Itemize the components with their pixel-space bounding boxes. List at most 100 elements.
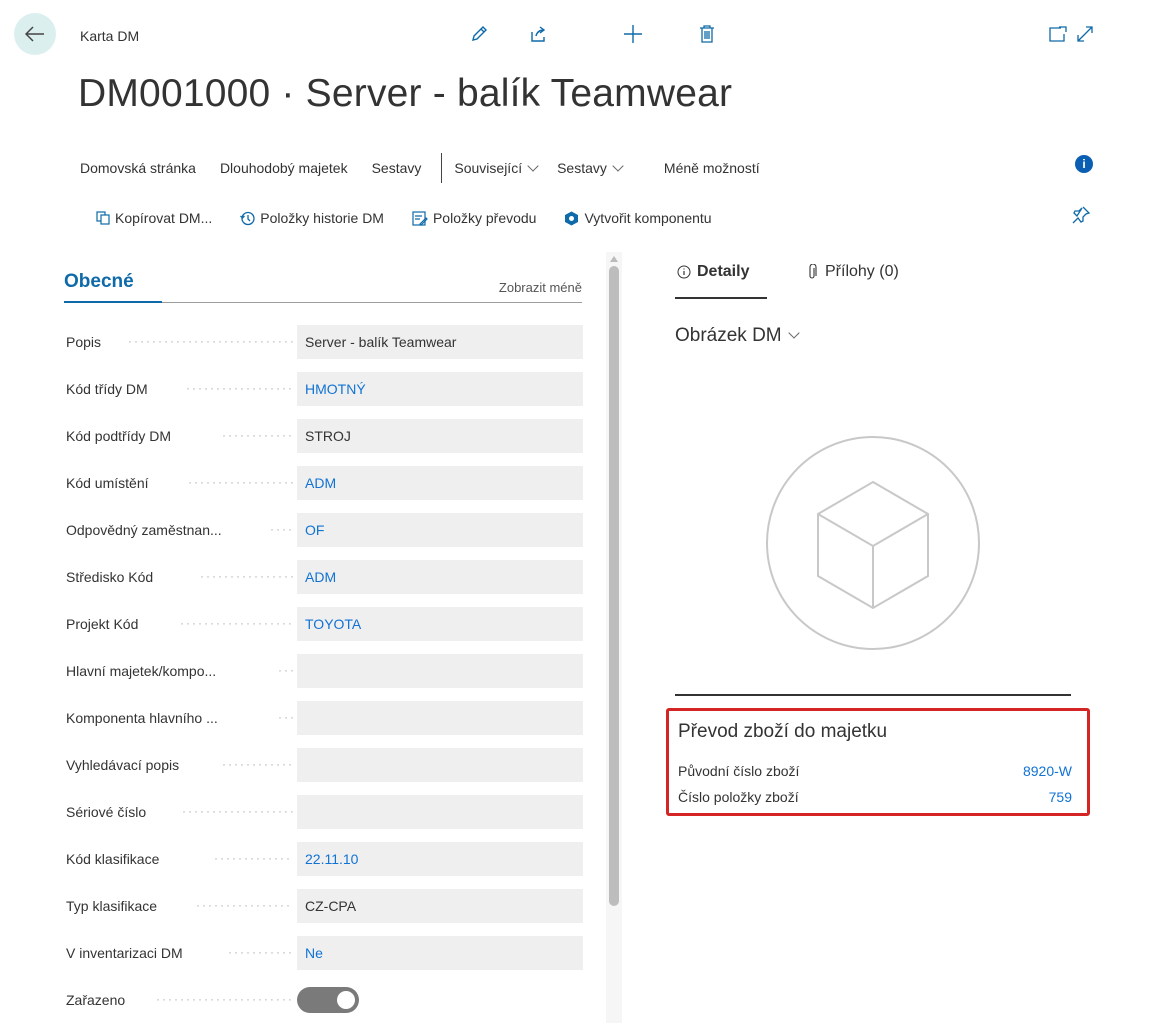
- field-label: Projekt Kód: [66, 616, 139, 632]
- field-leader: ··································: [128, 334, 293, 348]
- back-button[interactable]: [14, 13, 56, 55]
- field-leader: ··································: [270, 522, 293, 536]
- field-leader: ··································: [214, 851, 293, 865]
- responsible-employee-input[interactable]: OF: [297, 513, 583, 547]
- component-icon: [565, 211, 579, 225]
- active-tab-indicator: [675, 297, 767, 299]
- transfer-entries-icon: [412, 210, 428, 226]
- field-fa-class: Kód třídy DM ···························…: [64, 372, 584, 406]
- fa-history-button[interactable]: Položky historie DM: [240, 210, 384, 226]
- scroll-up-icon[interactable]: [610, 256, 618, 262]
- open-new-window-icon[interactable]: [1046, 22, 1070, 46]
- picture-section-header[interactable]: Obrázek DM: [675, 325, 800, 347]
- page-kind-label: Karta DM: [80, 28, 140, 44]
- field-leader: ··································: [200, 569, 293, 583]
- field-classification-type: Typ klasifikace ························…: [64, 889, 584, 923]
- field-main-asset: Hlavní majetek/kompo... ················…: [64, 654, 584, 688]
- field-cost-center: Středisko Kód ··························…: [64, 560, 584, 594]
- menu-related[interactable]: Související: [454, 159, 539, 176]
- show-less-link[interactable]: Zobrazit méně: [499, 280, 582, 295]
- field-leader: ··································: [278, 710, 293, 724]
- menu-related-label: Související: [454, 160, 523, 176]
- fa-history-label: Položky historie DM: [260, 210, 384, 226]
- project-input[interactable]: TOYOTA: [297, 607, 583, 641]
- menu-less-options[interactable]: Méně možností: [664, 160, 760, 176]
- acquired-toggle[interactable]: [297, 987, 359, 1013]
- menu-reports[interactable]: Sestavy: [372, 160, 422, 176]
- field-leader: ··································: [186, 381, 293, 395]
- tab-details-label: Detaily: [697, 263, 750, 280]
- pin-icon[interactable]: [1072, 206, 1091, 229]
- vertical-scrollbar[interactable]: [606, 252, 622, 1023]
- field-label: Sériové číslo: [66, 804, 147, 820]
- chevron-down-icon: [527, 159, 539, 172]
- field-label: Kód klasifikace: [66, 851, 160, 867]
- field-location: Kód umístění ···························…: [64, 466, 584, 500]
- tab-details[interactable]: Detaily: [677, 263, 749, 281]
- copy-fa-label: Kopírovat DM...: [115, 210, 213, 226]
- add-icon[interactable]: [621, 22, 645, 46]
- create-component-button[interactable]: Vytvořit komponentu: [564, 210, 712, 226]
- general-section-title[interactable]: Obecné: [64, 271, 162, 303]
- transfer-entry-value[interactable]: 759: [1049, 789, 1072, 805]
- create-component-label: Vytvořit komponentu: [584, 210, 712, 226]
- copy-fa-button[interactable]: Kopírovat DM...: [96, 210, 212, 226]
- classification-type-input[interactable]: CZ-CPA: [297, 889, 583, 923]
- transfer-entries-button[interactable]: Položky převodu: [412, 210, 536, 226]
- info-icon[interactable]: i: [1075, 155, 1093, 173]
- top-bar: Karta DM: [0, 0, 1161, 60]
- info-outline-icon: [677, 265, 691, 279]
- classification-code-input[interactable]: 22.11.10: [297, 842, 583, 876]
- edit-icon[interactable]: [467, 22, 491, 46]
- field-classification-code: Kód klasifikace ························…: [64, 842, 584, 876]
- fa-subclass-input[interactable]: STROJ: [297, 419, 583, 453]
- field-label: Středisko Kód: [66, 569, 154, 585]
- field-label: Odpovědný zaměstnan...: [66, 522, 222, 538]
- field-label: Komponenta hlavního ...: [66, 710, 218, 726]
- item-to-asset-transfer-box: Převod zboží do majetku Původní číslo zb…: [666, 708, 1090, 816]
- scroll-thumb[interactable]: [609, 266, 619, 906]
- field-leader: ··································: [222, 428, 293, 442]
- serial-no-input[interactable]: [297, 795, 583, 829]
- field-main-asset-component: Komponenta hlavního ... ················…: [64, 701, 584, 735]
- share-icon[interactable]: [526, 22, 550, 46]
- menu-separator: [441, 153, 443, 183]
- field-description: Popis ··································…: [64, 325, 584, 359]
- picture-placeholder[interactable]: [765, 435, 981, 656]
- description-input[interactable]: Server - balík Teamwear: [297, 325, 583, 359]
- menu-reports-dropdown[interactable]: Sestavy: [557, 159, 624, 176]
- menu-reports-dropdown-label: Sestavy: [557, 160, 607, 176]
- delete-icon[interactable]: [695, 22, 719, 46]
- transfer-orig-value[interactable]: 8920-W: [1023, 763, 1072, 779]
- search-description-input[interactable]: [297, 748, 583, 782]
- field-label: Hlavní majetek/kompo...: [66, 663, 217, 679]
- factbox-pane: Detaily Přílohy (0) Obrázek DM Převod zb…: [666, 255, 1095, 1015]
- field-label: Kód podtřídy DM: [66, 428, 172, 444]
- menu-home[interactable]: Domovská stránka: [80, 160, 196, 176]
- tab-attachments[interactable]: Přílohy (0): [807, 263, 899, 281]
- field-serial-no: Sériové číslo ··························…: [64, 795, 584, 829]
- main-asset-component-input[interactable]: [297, 701, 583, 735]
- field-leader: ··································: [182, 804, 293, 818]
- general-section-header: Obecné Zobrazit méně: [64, 255, 582, 303]
- field-label: Vyhledávací popis: [66, 757, 180, 773]
- menu-fixed-asset[interactable]: Dlouhodobý majetek: [220, 160, 348, 176]
- field-fa-inventory: V inventarizaci DM ·····················…: [64, 936, 584, 970]
- copy-icon: [96, 211, 110, 225]
- chevron-down-icon: [787, 327, 800, 339]
- field-leader: ··································: [180, 616, 293, 630]
- fa-inventory-input[interactable]: Ne: [297, 936, 583, 970]
- field-label: Typ klasifikace: [66, 898, 158, 914]
- fa-class-input[interactable]: HMOTNÝ: [297, 372, 583, 406]
- expand-icon[interactable]: [1073, 22, 1097, 46]
- picture-section-title: Obrázek DM: [675, 325, 782, 346]
- main-asset-input[interactable]: [297, 654, 583, 688]
- location-input[interactable]: ADM: [297, 466, 583, 500]
- field-leader: ··································: [196, 898, 293, 912]
- field-fa-subclass: Kód podtřídy DM ························…: [64, 419, 584, 453]
- field-search-description: Vyhledávací popis ······················…: [64, 748, 584, 782]
- field-leader: ··································: [188, 475, 293, 489]
- field-label: Popis: [66, 334, 102, 350]
- cost-center-input[interactable]: ADM: [297, 560, 583, 594]
- history-icon: [240, 211, 255, 225]
